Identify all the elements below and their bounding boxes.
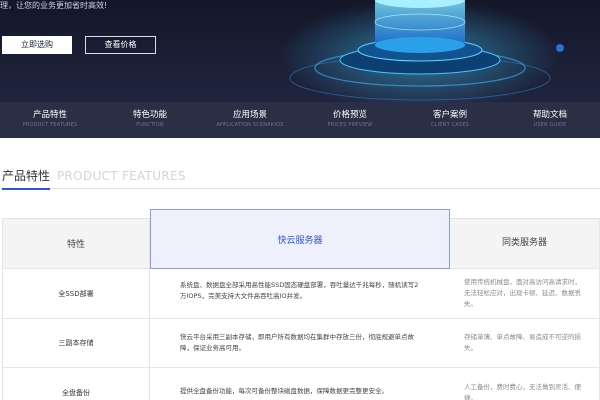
header-similar-servers: 同类服务器 [450,219,600,268]
nav-label: 客户案例 [432,110,467,120]
buy-now-button[interactable]: 立即选购 [2,36,72,54]
nav-label: 特色功能 [132,110,167,120]
our-server-cell: 提供全盘备份功能，每次可备份整块磁盘数据，保障数据更完整更安全。 [150,368,450,400]
nav-item-prices-preview[interactable]: 价格预览 PRICES PREVIEW [300,102,400,138]
nav-item-function[interactable]: 特色功能 FUNCTION [100,102,200,138]
view-price-button[interactable]: 查看价格 [85,36,156,54]
our-server-text: 提供全盘备份功能，每次可备份整块磁盘数据，保障数据更完整更安全。 [180,387,388,395]
our-server-cell: 系统盘、数据盘全部采用高性能SSD固态硬盘部署，吞吐量达千兆每秒，随机读写2万I… [150,269,450,318]
nav-item-user-guide[interactable]: 帮助文档 USER GUIDE [500,102,600,138]
server-disk-illustration [280,0,564,102]
table-row: 三副本存储 快云平台采用三副本存储，即用户所有数据均在集群中存放三份，彻底规避单… [2,319,600,368]
nav-sub-label: PRICES PREVIEW [327,122,373,128]
table-header-row: 特性 快云服务器 同类服务器 [2,209,600,269]
similar-server-cell: 使用传统机械盘，面对高访问高请求时，无法轻松应对，出现卡顿、延迟、数据丢失。 [450,269,600,318]
nav-sub-label: APPLICATION SCENARIOS [216,122,284,128]
similar-server-cell: 人工备份，费时费心，无法做到灵活、便捷。 [450,368,600,400]
nav-label: 产品特性 [32,110,67,120]
nav-label: 应用场景 [232,110,267,120]
nav-item-application-scenarios[interactable]: 应用场景 APPLICATION SCENARIOS [200,102,300,138]
table-row: 全SSD部署 系统盘、数据盘全部采用高性能SSD固态硬盘部署，吞吐量达千兆每秒，… [2,269,600,319]
feature-cell: 全盘备份 [2,368,150,400]
nav-sub-label: USER GUIDE [533,122,567,128]
header-feature: 特性 [2,219,150,268]
nav-item-client-cases[interactable]: 客户案例 CLIENT CASES [400,102,500,138]
nav-sub-label: PRODUCT FEATURES [22,122,78,128]
our-server-text: 系统盘、数据盘全部采用高性能SSD固态硬盘部署，吞吐量达千兆每秒，随机读写2万I… [180,281,419,300]
nav-sub-label: CLIENT CASES [430,122,470,128]
feature-cell: 全SSD部署 [2,269,150,318]
section-header: 产品特性 PRODUCT FEATURES [0,167,600,190]
feature-nav: 产品特性 PRODUCT FEATURES 特色功能 FUNCTION 应用场景… [0,102,600,138]
nav-sub-label: FUNCTION [136,122,164,128]
comparison-table: 特性 快云服务器 同类服务器 全SSD部署 系统盘、数据盘全部采用高性能SSD固… [2,209,600,400]
header-our-server: 快云服务器 [150,209,450,269]
nav-item-product-features[interactable]: 产品特性 PRODUCT FEATURES [0,102,100,138]
table-row: 全盘备份 提供全盘备份功能，每次可备份整块磁盘数据，保障数据更完整更安全。 人工… [2,368,600,400]
hero-banner: 理，让您的业务更加省时高效! 立即选购 查看价格 [0,0,600,102]
nav-label: 价格预览 [332,110,367,120]
our-server-text: 快云平台采用三副本存储，即用户所有数据均在集群中存放三份，彻底规避单点故障，保证… [180,333,414,352]
section-title: 产品特性 [2,167,51,190]
hero-tagline: 理，让您的业务更加省时高效! [0,1,108,10]
similar-server-cell: 存储单薄、单点故障、易造成不可逆的损失。 [450,319,600,367]
section-title-en: PRODUCT FEATURES [57,169,186,183]
feature-cell: 三副本存储 [2,319,150,367]
our-server-cell: 快云平台采用三副本存储，即用户所有数据均在集群中存放三份，彻底规避单点故障，保证… [150,319,450,367]
nav-label: 帮助文档 [532,110,567,120]
